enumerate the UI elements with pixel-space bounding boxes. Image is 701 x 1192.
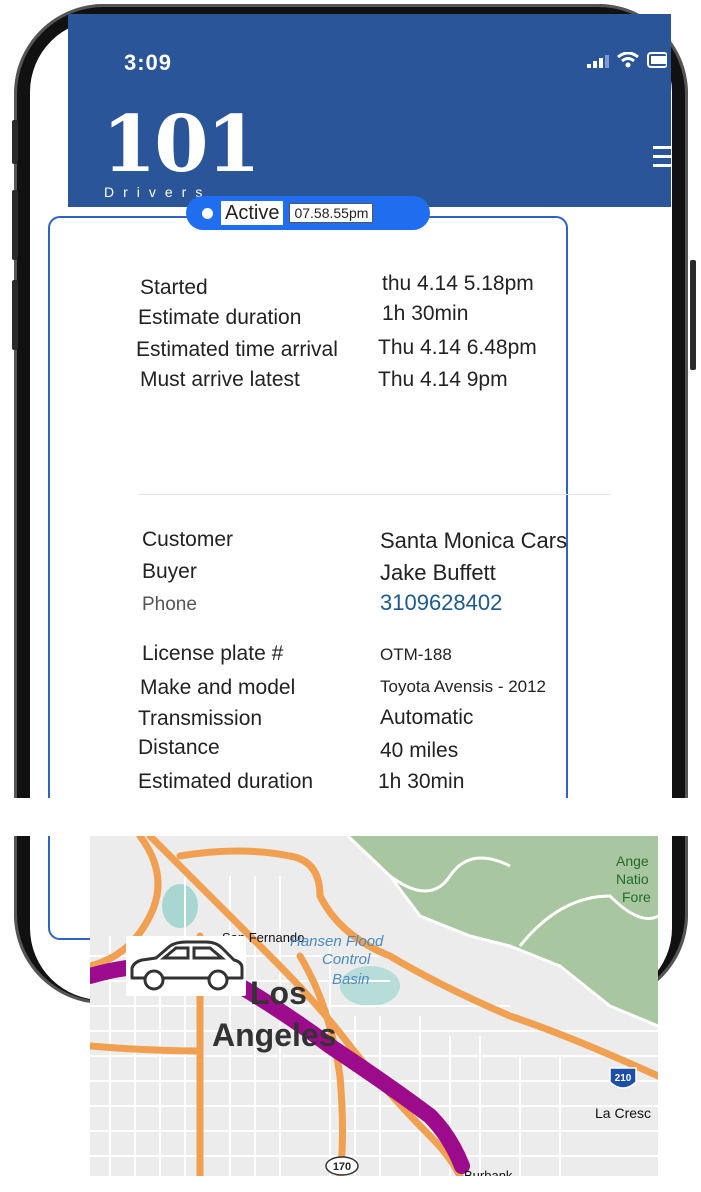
map-bottom-strip [90, 1176, 658, 1192]
map-label-control: Control [322, 951, 371, 968]
brand-logo: 101 [102, 99, 261, 190]
distance-label: Distance [138, 736, 220, 759]
buyer-value: Jake Buffett [380, 560, 496, 585]
map-left-mask [75, 1078, 90, 1192]
map-label-angeles: Angeles [212, 1017, 336, 1053]
hwy-170-shield: 170 [325, 1156, 359, 1176]
license-plate-value: OTM-188 [380, 645, 452, 664]
phone-number-link[interactable]: 3109628402 [380, 590, 502, 616]
map-label-los: Los [250, 975, 307, 1011]
section-divider [138, 494, 610, 495]
map-label-forest-2: Natio [616, 871, 649, 887]
eta-value: Thu 4.14 6.48pm [378, 336, 537, 359]
started-value: thu 4.14 5.18pm [382, 272, 534, 295]
buyer-label: Buyer [142, 560, 197, 583]
phone-label: Phone [142, 594, 197, 615]
app-header: 3:09 101 Drivers [68, 14, 671, 207]
estimated-duration-label: Estimated duration [138, 770, 314, 793]
estimate-duration-value: 1h 30min [382, 302, 469, 325]
route-map[interactable]: 210 170 San Fernando Hansen Flood Contro… [90, 836, 658, 1176]
customer-label: Customer [142, 528, 234, 551]
signal-icon [587, 55, 609, 68]
license-plate-label: License plate # [142, 642, 284, 665]
transmission-label: Transmission [138, 707, 263, 730]
hwy-170-label: 170 [333, 1161, 351, 1173]
transmission-value: Automatic [380, 706, 474, 729]
phone-volume-up-button [12, 190, 18, 260]
map-canvas: 210 170 San Fernando Hansen Flood Contro… [90, 836, 658, 1176]
map-label-basin: Basin [332, 971, 370, 988]
battery-icon [647, 52, 667, 68]
active-status-badge: Active 07.58.55pm [186, 196, 430, 230]
wifi-icon [617, 52, 639, 68]
status-time: 3:09 [124, 50, 173, 75]
map-label-burbank: Burbank [464, 1168, 513, 1176]
vehicle-marker[interactable] [126, 936, 246, 996]
hwy-210-shield: 210 [609, 1067, 637, 1089]
phone-side-button [12, 120, 18, 164]
map-label-forest-3: Fore [622, 889, 651, 905]
make-model-label: Make and model [140, 676, 296, 699]
card-cutoff [0, 798, 701, 836]
phone-volume-down-button [12, 280, 18, 350]
estimated-duration-value: 1h 30min [378, 770, 465, 793]
status-timer: 07.58.55pm [289, 203, 374, 223]
phone-power-button [690, 260, 696, 370]
map-label-hansen: Hansen Flood [290, 933, 384, 950]
estimate-duration-label: Estimate duration [138, 306, 302, 329]
status-label: Active [221, 201, 284, 225]
status-icons [587, 52, 667, 68]
eta-label: Estimated time arrival [136, 338, 338, 361]
car-icon [130, 940, 244, 991]
must-arrive-label: Must arrive latest [140, 368, 300, 391]
hwy-210-label: 210 [615, 1073, 632, 1084]
map-label-la-cresc: La Cresc [595, 1105, 651, 1121]
customer-value: Santa Monica Cars [380, 528, 568, 553]
hamburger-menu-icon[interactable] [653, 146, 671, 173]
started-label: Started [140, 276, 208, 299]
status-dot [202, 207, 213, 219]
map-label-forest-1: Ange [616, 853, 649, 869]
must-arrive-value: Thu 4.14 9pm [378, 368, 508, 391]
make-model-value: Toyota Avensis - 2012 [380, 677, 547, 696]
distance-value: 40 miles [380, 739, 459, 762]
